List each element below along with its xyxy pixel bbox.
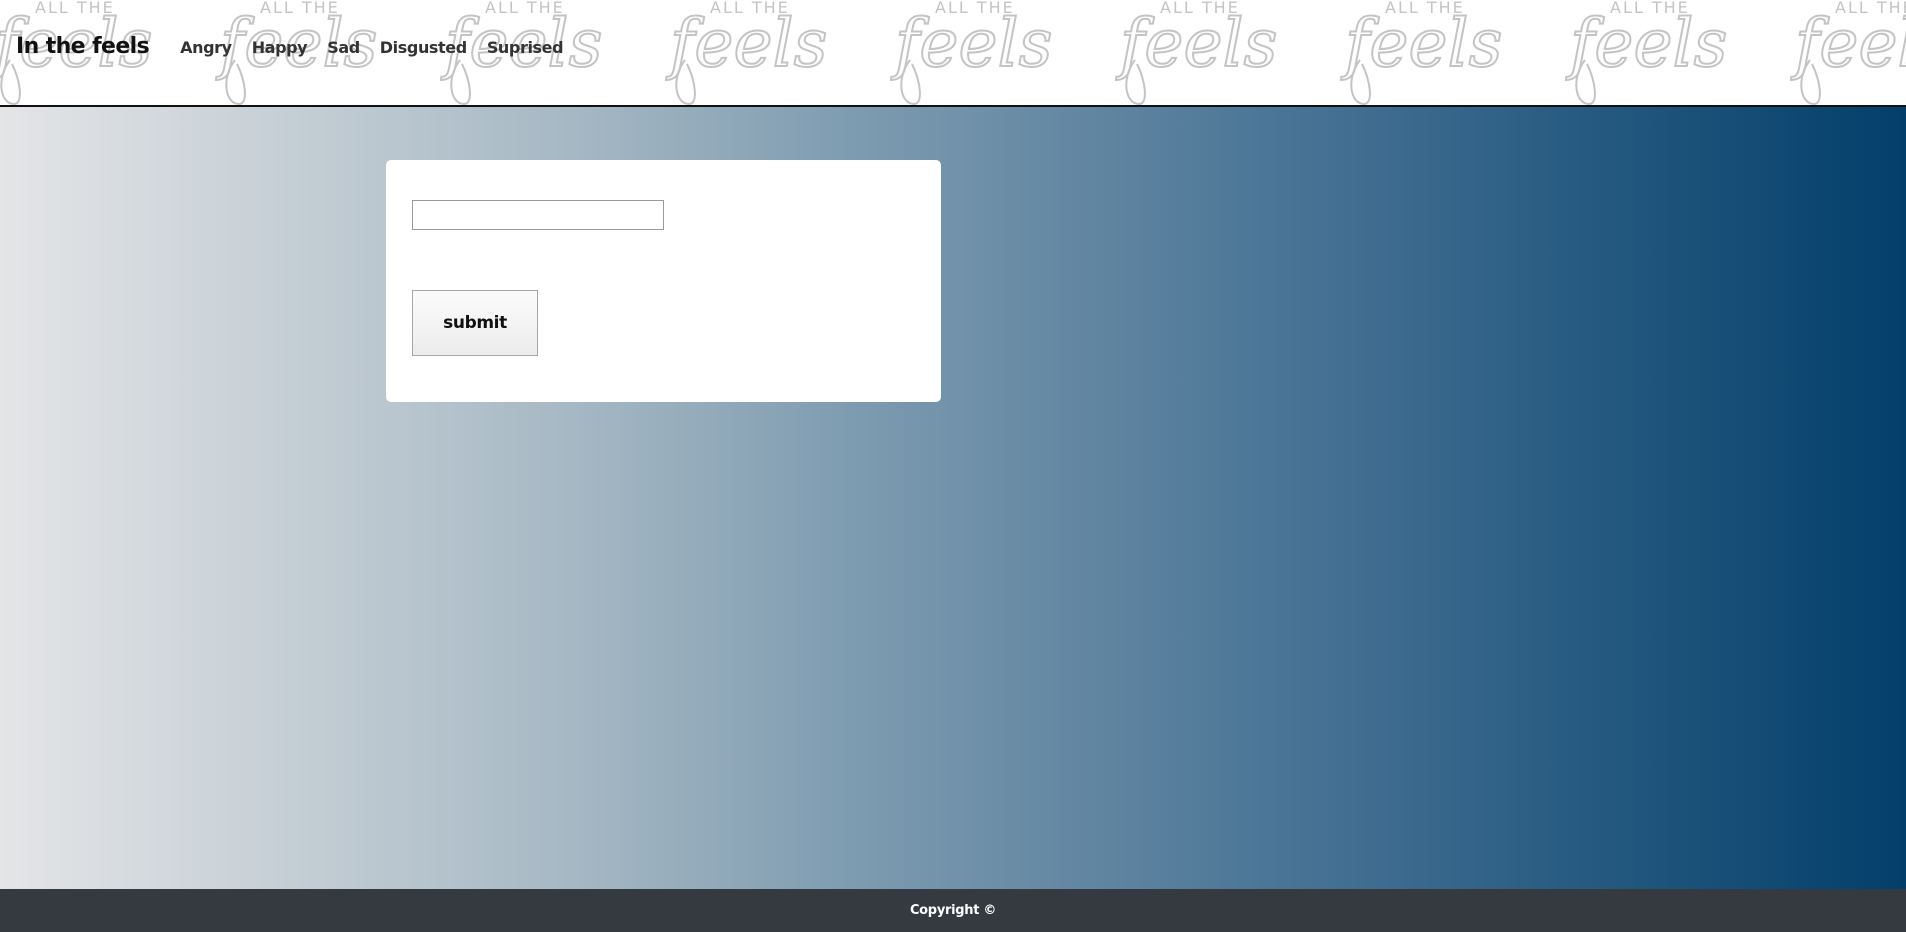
pattern-script-loop <box>675 59 696 105</box>
pattern-small-text: ALL THE <box>1835 0 1906 17</box>
main-content: submit <box>0 107 1906 889</box>
pattern-tile: ALL THEfeels <box>889 0 1054 105</box>
text-input[interactable] <box>412 200 664 230</box>
nav-link-angry[interactable]: Angry <box>180 38 232 57</box>
copyright-text: Copyright © <box>909 903 997 918</box>
pattern-script-loop <box>0 59 21 105</box>
pattern-tile: ALL THEfeels <box>1564 0 1729 105</box>
pattern-tile: ALL THEfeels <box>1114 0 1279 105</box>
pattern-script-text: feels <box>1340 5 1503 82</box>
pattern-script-loop <box>900 59 921 105</box>
nav-link-suprised[interactable]: Suprised <box>487 38 564 57</box>
pattern-script-text: feels <box>890 5 1053 82</box>
pattern-tile: ALL THEfeels <box>1339 0 1504 105</box>
pattern-script-loop <box>225 59 246 105</box>
brand-link[interactable]: In the feels <box>16 34 150 59</box>
pattern-small-text: ALL THE <box>1610 0 1690 17</box>
pattern-script-text: feels <box>1115 5 1278 82</box>
pattern-small-text: ALL THE <box>1160 0 1240 17</box>
nav-link-disgusted[interactable]: Disgusted <box>380 38 467 57</box>
pattern-small-text: ALL THE <box>35 0 115 17</box>
nav-link-sad[interactable]: Sad <box>327 38 360 57</box>
pattern-script-loop <box>1800 59 1821 105</box>
navbar: In the feels Angry Happy Sad Disgusted S… <box>16 34 583 59</box>
pattern-script-loop <box>1575 59 1596 105</box>
pattern-tile: ALL THEfeels <box>664 0 829 105</box>
site-header: ALL THE feels ALL THE feels ALL THE feels ALL … <box>0 0 1906 107</box>
pattern-script-loop <box>1350 59 1371 105</box>
submit-button[interactable]: submit <box>412 290 538 356</box>
pattern-small-text: ALL THE <box>710 0 790 17</box>
pattern-script-text: feels <box>1790 5 1906 82</box>
form-card: submit <box>386 160 941 402</box>
site-footer: Copyright © <box>0 889 1906 932</box>
pattern-script-text: feels <box>665 5 828 82</box>
pattern-small-text: ALL THE <box>935 0 1015 17</box>
nav-link-happy[interactable]: Happy <box>252 38 308 57</box>
pattern-small-text: ALL THE <box>485 0 565 17</box>
pattern-tile: ALL THEfeels <box>1789 0 1906 105</box>
pattern-small-text: ALL THE <box>260 0 340 17</box>
pattern-script-text: feels <box>1565 5 1728 82</box>
pattern-script-loop <box>450 59 471 105</box>
pattern-small-text: ALL THE <box>1385 0 1465 17</box>
pattern-script-loop <box>1125 59 1146 105</box>
